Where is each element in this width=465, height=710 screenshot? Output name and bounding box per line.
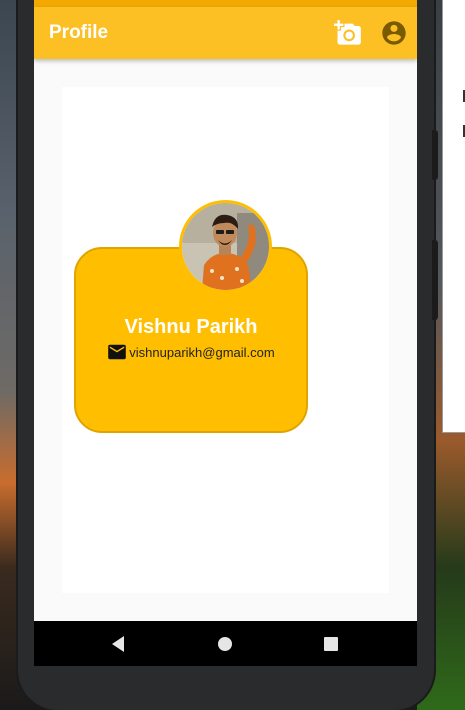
profile-name: Vishnu Parikh [124,316,258,338]
account-button[interactable] [380,19,408,47]
app-bar: Profile [34,7,417,59]
status-bar [34,0,417,7]
add-photo-button[interactable] [334,19,362,47]
phone-side-button [432,130,438,180]
phone-side-button [432,240,438,320]
home-icon [218,637,232,651]
avatar-photo [182,203,269,290]
system-nav-bar [34,621,417,666]
profile-email-row: vishnuparikh@gmail.com [74,344,308,360]
back-icon [112,636,124,652]
page-title: Profile [49,22,109,43]
nav-back-button[interactable] [108,633,130,655]
recents-icon [324,637,338,651]
background-window [442,0,465,433]
avatar[interactable] [179,200,272,293]
nav-home-button[interactable] [214,633,236,655]
mail-icon [108,344,127,360]
profile-email: vishnuparikh@gmail.com [129,344,275,360]
nav-recents-button[interactable] [320,633,342,655]
account-circle-icon [382,21,406,45]
add-photo-icon [334,20,361,45]
